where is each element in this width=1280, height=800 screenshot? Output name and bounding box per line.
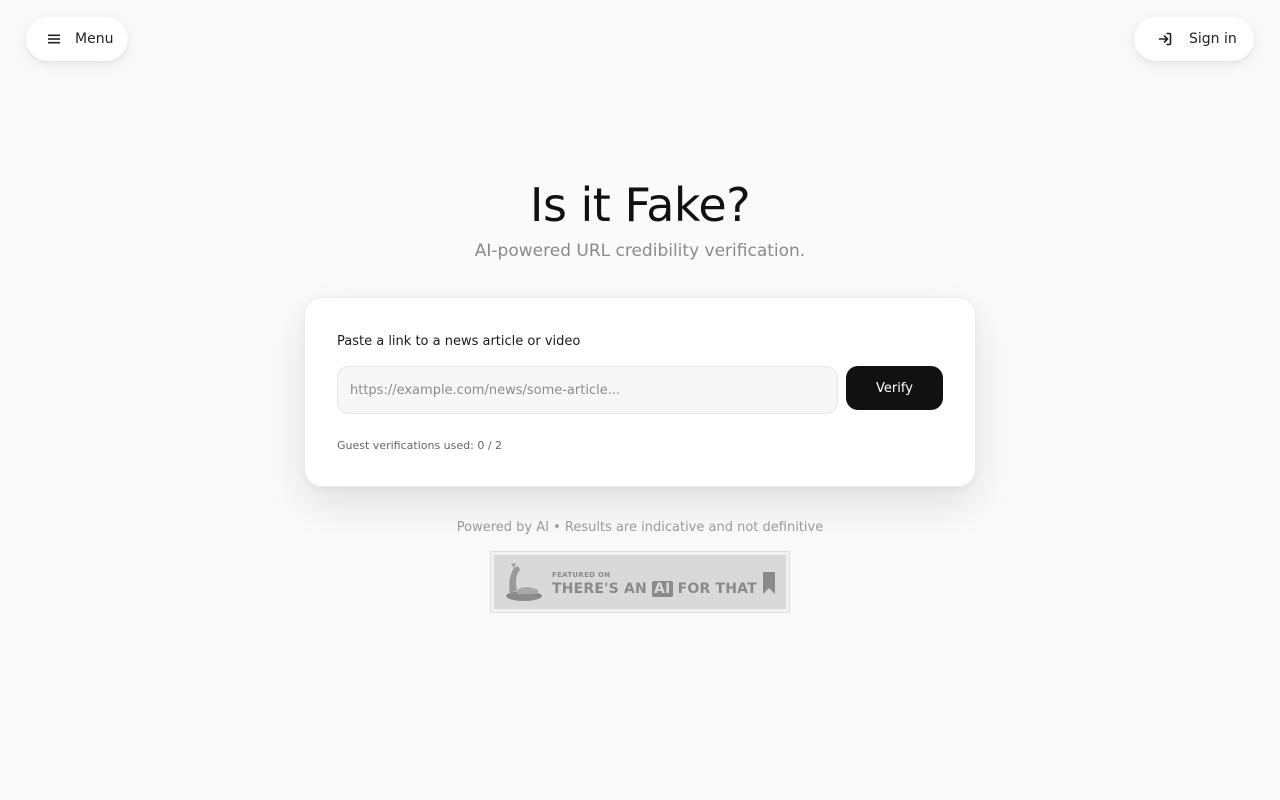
page-subtitle: AI-powered URL credibility verification.: [474, 241, 806, 261]
hamburger-icon: [46, 31, 62, 47]
menu-label: Menu: [75, 31, 114, 47]
menu-button[interactable]: Menu: [26, 17, 128, 61]
usage-counter: Guest verifications used: 0 / 2: [337, 439, 503, 452]
badge-text-post: FOR THAT: [677, 581, 757, 597]
robot-arm-icon: [502, 560, 544, 608]
featured-badge: FEATURED ON THERE'S AN AI FOR THAT: [494, 555, 786, 609]
url-input[interactable]: [337, 366, 838, 414]
badge-small-text: FEATURED ON: [552, 571, 611, 579]
bookmark-icon: [762, 571, 776, 599]
badge-text-ai: AI: [652, 581, 673, 597]
disclaimer-text: Powered by AI • Results are indicative a…: [456, 520, 824, 535]
verify-card: Paste a link to a news article or video …: [304, 297, 976, 487]
badge-text-pre: THERE'S AN: [552, 581, 647, 597]
sign-in-icon: [1157, 31, 1173, 47]
verify-button[interactable]: Verify: [846, 366, 943, 410]
sign-in-label: Sign in: [1189, 31, 1237, 47]
badge-big-text: THERE'S AN AI FOR THAT: [552, 581, 757, 597]
url-field-label: Paste a link to a news article or video: [337, 334, 581, 349]
sign-in-button[interactable]: Sign in: [1134, 17, 1254, 61]
featured-badge-link[interactable]: FEATURED ON THERE'S AN AI FOR THAT: [490, 551, 790, 613]
page-title: Is it Fake?: [529, 178, 751, 232]
